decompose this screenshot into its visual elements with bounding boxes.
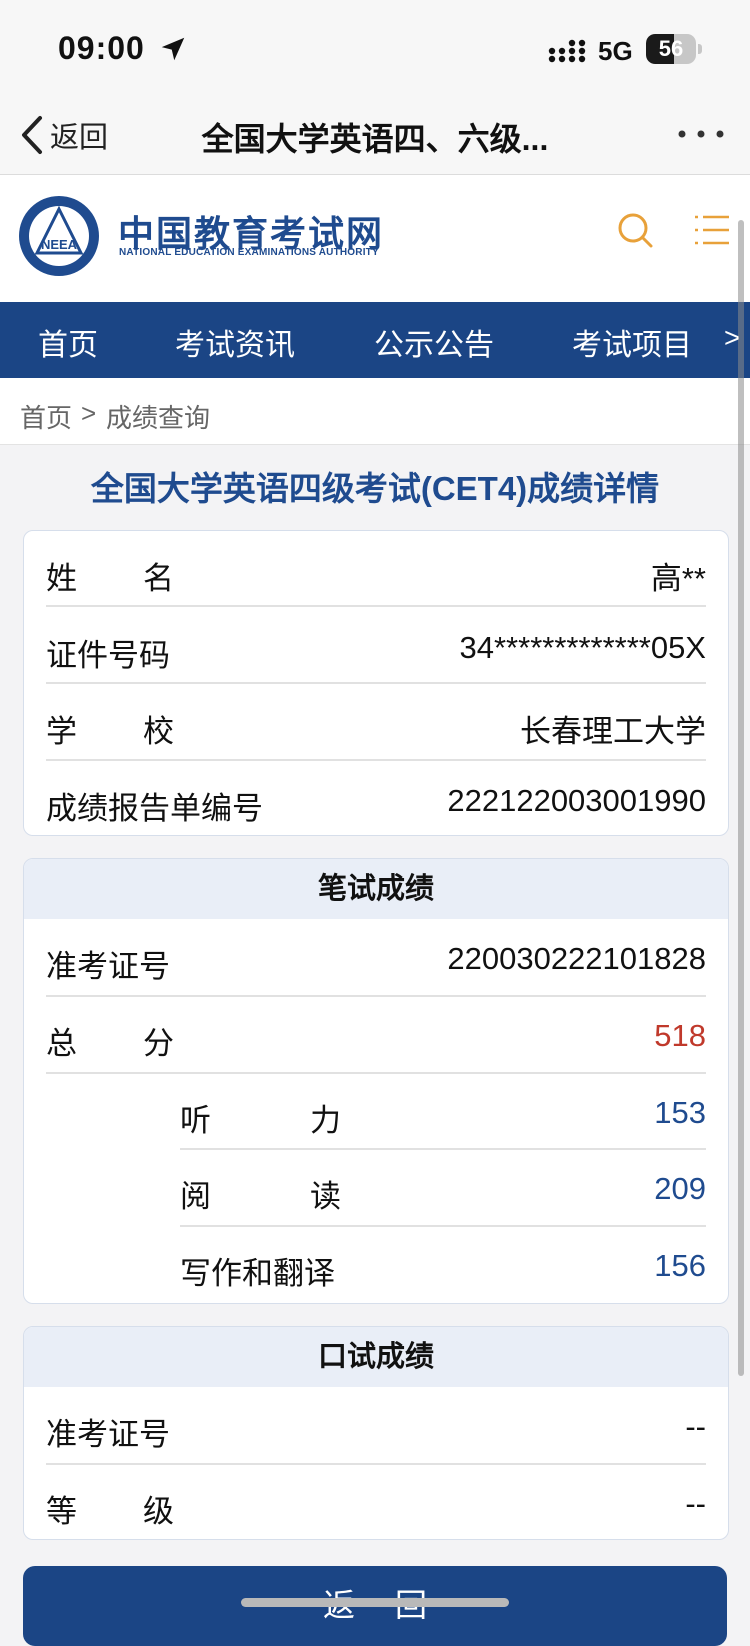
search-icon[interactable] bbox=[616, 211, 656, 251]
more-dots-icon[interactable] bbox=[676, 124, 726, 144]
reading-label: 阅读 bbox=[180, 1179, 341, 1214]
report-no-row: 成绩报告单编号 222122003001990 bbox=[46, 761, 706, 835]
name-label: 姓名 bbox=[46, 561, 174, 596]
school-row: 学校 长春理工大学 bbox=[46, 684, 706, 760]
listening-row: 听力 153 bbox=[180, 1073, 706, 1149]
reading-score: 209 bbox=[654, 1171, 706, 1206]
oral-grade-label: 等级 bbox=[46, 1494, 174, 1529]
writing-score: 156 bbox=[654, 1248, 706, 1283]
breadcrumb: 首页 > 成绩查询 bbox=[0, 378, 750, 445]
back-button[interactable]: 返回 bbox=[20, 112, 108, 158]
oral-grade-row: 等级 -- bbox=[46, 1464, 706, 1539]
written-ticket-value: 220030222101828 bbox=[447, 941, 706, 976]
signal-icon bbox=[548, 39, 586, 63]
writing-row: 写作和翻译 156 bbox=[180, 1226, 706, 1302]
personal-info-card: 姓名 高** 证件号码 34*************05X 学校 长春理工大学… bbox=[23, 530, 729, 836]
breadcrumb-current: 成绩查询 bbox=[106, 403, 211, 433]
written-score-card: 笔试成绩 准考证号 220030222101828 总分 518 听力 153 … bbox=[23, 858, 729, 1304]
listening-score: 153 bbox=[654, 1095, 706, 1130]
writing-label: 写作和翻译 bbox=[180, 1256, 335, 1291]
report-no-label: 成绩报告单编号 bbox=[46, 791, 263, 826]
written-score-header: 笔试成绩 bbox=[24, 859, 728, 919]
back-label: 返回 bbox=[50, 122, 109, 154]
id-number-row: 证件号码 34*************05X bbox=[46, 608, 706, 684]
school-value: 长春理工大学 bbox=[520, 714, 706, 749]
id-number-label: 证件号码 bbox=[46, 638, 170, 673]
oral-ticket-label: 准考证号 bbox=[46, 1417, 170, 1452]
school-label: 学校 bbox=[46, 714, 174, 749]
reading-row: 阅读 209 bbox=[180, 1149, 706, 1225]
nav-item-announcements[interactable]: 公示公告 bbox=[374, 320, 494, 364]
written-ticket-label: 准考证号 bbox=[46, 949, 170, 984]
home-indicator[interactable] bbox=[241, 1598, 509, 1607]
total-score-label: 总分 bbox=[46, 1026, 174, 1061]
chevron-left-icon bbox=[22, 116, 42, 154]
oral-ticket-row: 准考证号 -- bbox=[46, 1387, 706, 1463]
nav-bar: 返回 全国大学英语四、六级... bbox=[0, 96, 750, 175]
nav-title: 全国大学英语四、六级... bbox=[201, 121, 549, 157]
site-name-en: NATIONAL EDUCATION EXAMINATIONS AUTHORIT… bbox=[119, 247, 379, 258]
battery-icon: 56 bbox=[646, 34, 696, 64]
oral-grade-value: -- bbox=[685, 1486, 706, 1521]
status-bar: 09:00 5G 56 bbox=[0, 0, 750, 96]
written-ticket-row: 准考证号 220030222101828 bbox=[46, 919, 706, 995]
oral-score-header: 口试成绩 bbox=[24, 1327, 728, 1387]
scrollbar[interactable] bbox=[738, 220, 744, 1376]
status-time: 09:00 bbox=[58, 30, 145, 66]
breadcrumb-home[interactable]: 首页 bbox=[20, 398, 72, 435]
listening-label: 听力 bbox=[180, 1103, 341, 1138]
main-nav: 首页 考试资讯 公示公告 考试项目 > bbox=[0, 302, 750, 378]
divider bbox=[46, 605, 706, 607]
name-row: 姓名 高** bbox=[46, 531, 706, 607]
emblem-text: NEEA bbox=[41, 237, 78, 252]
battery-level: 56 bbox=[658, 36, 684, 61]
site-header: NEEA 中国教育考试网 NATIONAL EDUCATION EXAMINAT… bbox=[0, 175, 750, 302]
oral-ticket-value: -- bbox=[685, 1409, 706, 1444]
battery-tip bbox=[698, 44, 702, 54]
page-title: 全国大学英语四级考试(CET4)成绩详情 bbox=[90, 470, 660, 507]
report-no-value: 222122003001990 bbox=[447, 783, 706, 818]
nav-item-home[interactable]: 首页 bbox=[38, 320, 98, 364]
neea-emblem-icon: NEEA bbox=[19, 196, 99, 276]
oral-score-card: 口试成绩 准考证号 -- 等级 -- bbox=[23, 1326, 729, 1540]
total-score-row: 总分 518 bbox=[46, 996, 706, 1072]
id-number-value: 34*************05X bbox=[459, 630, 706, 665]
breadcrumb-separator: > bbox=[81, 398, 97, 428]
total-score-value: 518 bbox=[654, 1018, 706, 1053]
network-type: 5G bbox=[598, 36, 633, 66]
nav-item-exam-projects[interactable]: 考试项目 bbox=[572, 320, 692, 364]
name-value: 高** bbox=[650, 561, 706, 596]
menu-icon[interactable] bbox=[694, 213, 730, 247]
nav-item-exam-news[interactable]: 考试资讯 bbox=[175, 320, 295, 364]
location-arrow-icon bbox=[161, 37, 185, 61]
